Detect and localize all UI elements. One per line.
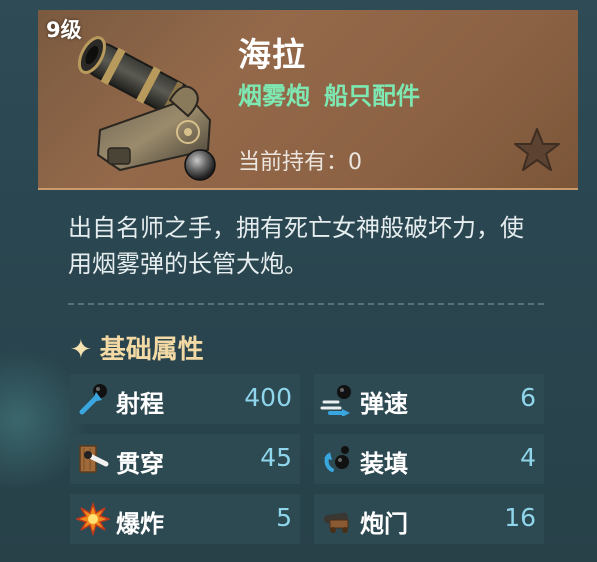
stat-label: 贯穿 [116,450,164,478]
penetration-icon [79,445,109,473]
stat-value: 400 [244,383,292,412]
item-category-label: 船只配件 [324,82,420,110]
stat-range: 射程 400 [70,374,300,424]
cannon-port-icon [323,512,349,533]
item-header-card: 9级 海拉 烟雾炮 船只配件 当前持有：0 [38,10,578,190]
sparkle-icon: ✦ [70,335,92,365]
section-title-text: 基础属性 [99,335,204,365]
stat-label: 炮门 [360,510,408,538]
stat-label: 弹速 [360,390,408,418]
stat-cannon-port: 炮门 16 [314,494,544,544]
stat-penetration: 贯穿 45 [70,434,300,484]
stat-label: 爆炸 [116,510,164,538]
stat-value: 4 [520,443,536,472]
stat-shell-speed: 弹速 6 [314,374,544,424]
item-description: 出自名师之手，拥有死亡女神般破坏力，使用烟雾弹的长管大炮。 [68,214,524,278]
reload-icon [324,446,349,472]
owned-count-line: 当前持有：0 [238,144,362,176]
stat-label: 装填 [360,450,408,478]
stat-explosion: 爆炸 5 [70,494,300,544]
range-icon [79,384,107,415]
item-detail-panel: 9级 海拉 烟雾炮 船只配件 当前持有：0 出自名师之手，拥有死亡女神般破坏力，使… [0,0,597,562]
stat-value: 16 [504,503,536,532]
level-badge: 9级 [46,18,82,42]
owned-count: 0 [348,150,363,175]
explosion-icon [76,502,110,536]
shell-speed-icon [320,385,351,416]
favorite-star-icon[interactable] [512,126,562,174]
owned-label: 当前持有： [238,150,349,175]
stat-label: 射程 [116,390,164,418]
stat-value: 5 [276,503,292,532]
item-type-label: 烟雾炮 [238,82,310,110]
section-title: ✦ 基础属性 [70,329,204,366]
item-name: 海拉 [238,35,306,74]
stat-value: 6 [520,383,536,412]
item-type-line: 烟雾炮 船只配件 [238,76,434,111]
divider [68,303,544,305]
stat-reload: 装填 4 [314,434,544,484]
cannon-icon [77,36,216,181]
stat-value: 45 [260,443,292,472]
